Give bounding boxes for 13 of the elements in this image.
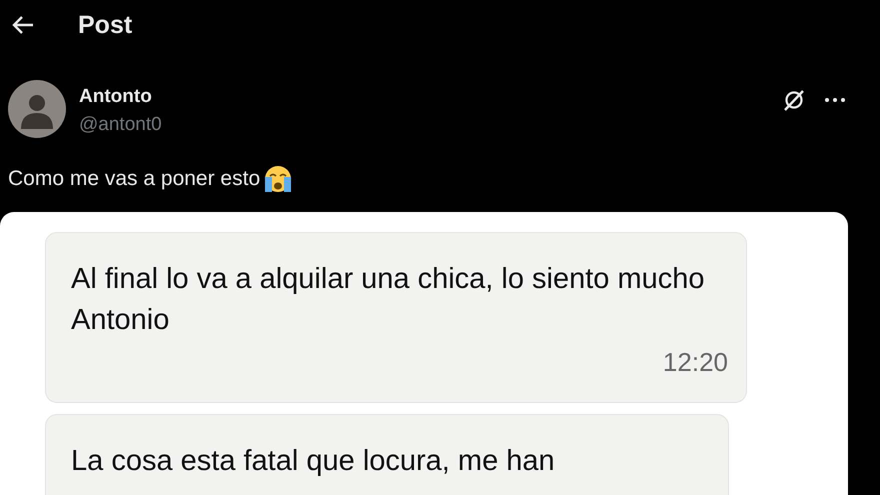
grok-button[interactable]: [782, 88, 806, 112]
more-icon: [824, 97, 846, 103]
message-text: La cosa esta fatal que locura, me han: [71, 444, 556, 479]
post-text: Como me vas a poner esto: [8, 167, 260, 191]
page-title: Post: [78, 10, 132, 40]
message-text: Al final lo va a alquilar una chica, lo siento mucho Antonio: [71, 262, 706, 338]
message-time: 12:20: [662, 347, 728, 378]
author-handle: @antont0: [79, 114, 163, 136]
author-name: Antonto: [79, 86, 153, 108]
back-arrow-icon: [12, 15, 34, 35]
more-button[interactable]: [824, 97, 846, 103]
slashed-circle-icon: [782, 88, 806, 112]
back-button[interactable]: [12, 15, 34, 35]
